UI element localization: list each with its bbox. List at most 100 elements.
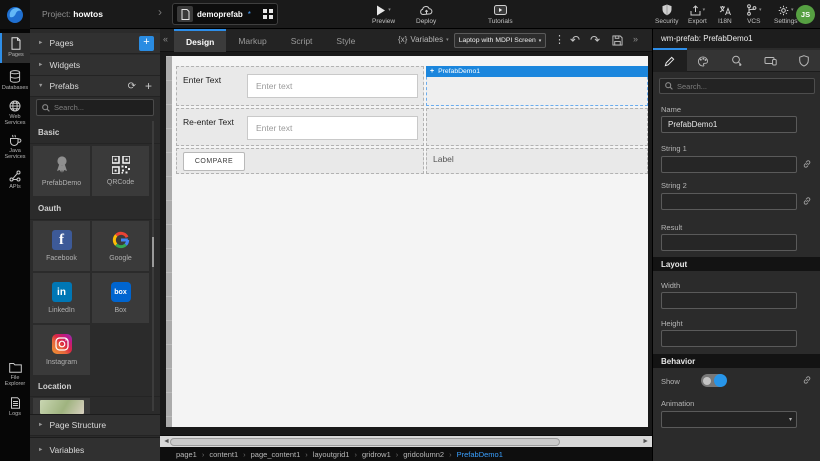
string1-input[interactable]: [661, 156, 797, 173]
string2-input[interactable]: [661, 193, 797, 210]
tutorials-button[interactable]: Tutorials: [488, 4, 513, 25]
import-prefab-icon[interactable]: +: [145, 79, 152, 93]
prefab-tile-qrcode[interactable]: QRCode: [92, 146, 149, 196]
bind-link-icon[interactable]: [802, 159, 812, 169]
prefab-tile-instagram[interactable]: Instagram: [33, 325, 90, 375]
prefab-tile-prefabdemo[interactable]: PrefabDemo: [33, 146, 90, 196]
prefab-tile-map[interactable]: [33, 398, 90, 414]
width-input[interactable]: [661, 292, 797, 309]
breadcrumb-prefabdemo1[interactable]: PrefabDemo1: [457, 450, 503, 459]
grid-row-1: Enter Text + PrefabDemo1: [176, 66, 648, 106]
add-page-button[interactable]: +: [139, 36, 154, 51]
tab-design[interactable]: Design: [174, 29, 226, 52]
breadcrumb-gridrow1[interactable]: gridrow1: [362, 450, 403, 459]
app-switcher[interactable]: demoprefab *: [172, 3, 278, 25]
rail-item-web-services[interactable]: Web Services: [0, 100, 30, 126]
tab-style[interactable]: Style: [324, 29, 367, 52]
accordion-prefabs[interactable]: ▼ Prefabs ⟳ +: [30, 76, 160, 97]
bind-link-icon[interactable]: [802, 375, 812, 385]
vcs-button[interactable]: ▾ VCS: [746, 4, 762, 25]
accordion-variables[interactable]: ► Variables: [30, 437, 160, 461]
settings-button[interactable]: ▾ Settings: [774, 4, 798, 25]
prefab-search-input[interactable]: [54, 103, 148, 112]
rail-item-java-services[interactable]: Java Services: [0, 134, 30, 160]
kebab-menu-icon[interactable]: ⋮: [554, 33, 565, 47]
breadcrumb-content1[interactable]: content1: [209, 450, 250, 459]
tab-styles[interactable]: [687, 50, 721, 72]
panel-scrollbar-thumb[interactable]: [152, 237, 154, 267]
section-layout[interactable]: Layout: [653, 257, 820, 271]
save-icon[interactable]: [612, 35, 623, 46]
user-avatar[interactable]: JS: [796, 5, 815, 24]
animation-select[interactable]: ▾: [661, 411, 797, 428]
prefab-widget-selected[interactable]: + PrefabDemo1: [426, 66, 648, 106]
redo-icon[interactable]: ↷: [590, 33, 600, 47]
reenter-text-input[interactable]: [247, 116, 418, 140]
collapse-panel-icon[interactable]: «: [163, 34, 168, 44]
prefab-tile-linkedin[interactable]: in LinkedIn: [33, 273, 90, 323]
result-input[interactable]: [661, 234, 797, 251]
rail-item-logs[interactable]: Logs: [0, 397, 30, 417]
prefab-tile-box[interactable]: box Box: [92, 273, 149, 323]
page-canvas[interactable]: Enter Text + PrefabDemo1 Re-enter Text: [166, 56, 648, 427]
prefab-search[interactable]: [36, 99, 154, 116]
panel-scrollbar[interactable]: [152, 121, 154, 411]
breadcrumb-layoutgrid1[interactable]: layoutgrid1: [313, 450, 362, 459]
grid-cell-enter-text[interactable]: Enter Text: [176, 66, 424, 106]
tab-script[interactable]: Script: [279, 29, 325, 52]
gear-icon: [778, 5, 789, 16]
horizontal-scrollbar[interactable]: ◄ ►: [160, 435, 652, 447]
field-label[interactable]: Enter Text: [183, 75, 221, 85]
label-widget[interactable]: Label: [433, 154, 454, 164]
enter-text-input[interactable]: [247, 74, 418, 98]
rail-item-apis[interactable]: APIs: [0, 170, 30, 190]
grid-cell-reenter-text[interactable]: Re-enter Text: [176, 108, 424, 146]
layout-grid[interactable]: Enter Text + PrefabDemo1 Re-enter Text: [176, 66, 648, 176]
wavemaker-logo[interactable]: [0, 0, 30, 29]
breadcrumb-page1[interactable]: page1: [176, 450, 209, 459]
preview-button[interactable]: ▾ Preview: [372, 4, 395, 25]
widget-selection-bar[interactable]: + PrefabDemo1: [426, 66, 648, 77]
expand-panel-icon[interactable]: »: [633, 34, 638, 44]
properties-search[interactable]: [659, 78, 815, 94]
grid-cell-label[interactable]: Label: [426, 148, 648, 174]
grid-cell-button[interactable]: COMPARE: [176, 148, 424, 174]
scrollbar-thumb[interactable]: [170, 438, 560, 446]
device-selector[interactable]: Laptop with MDPI Screen ▾: [454, 33, 546, 48]
tab-properties[interactable]: [653, 50, 687, 72]
tab-markup[interactable]: Markup: [226, 29, 278, 52]
breadcrumb-page-content1[interactable]: page_content1: [251, 450, 313, 459]
prefab-tile-facebook[interactable]: f Facebook: [33, 221, 90, 271]
accordion-widgets[interactable]: ► Widgets: [30, 55, 160, 76]
export-button[interactable]: ▾ Export: [688, 4, 707, 25]
rail-item-databases[interactable]: Databases: [0, 70, 30, 91]
height-input[interactable]: [661, 330, 797, 347]
show-toggle[interactable]: [701, 374, 726, 387]
bind-link-icon[interactable]: [802, 196, 812, 206]
rail-item-pages[interactable]: Pages: [0, 33, 30, 63]
refresh-icon[interactable]: ⟳: [128, 81, 136, 92]
undo-icon[interactable]: ↶: [570, 33, 580, 47]
grid-apps-icon[interactable]: [263, 9, 273, 19]
accordion-pages[interactable]: ► Pages +: [30, 33, 160, 54]
scroll-left-icon[interactable]: ◄: [163, 438, 170, 445]
breadcrumb-gridcolumn2[interactable]: gridcolumn2: [403, 450, 456, 459]
name-input[interactable]: [661, 116, 797, 133]
field-label[interactable]: Re-enter Text: [183, 117, 234, 127]
tab-devices[interactable]: [754, 50, 788, 72]
move-icon[interactable]: +: [430, 68, 434, 75]
compare-button[interactable]: COMPARE: [183, 152, 245, 171]
tab-security[interactable]: [787, 50, 820, 72]
grid-cell-empty[interactable]: [426, 108, 648, 146]
accordion-page-structure[interactable]: ► Page Structure: [30, 414, 160, 436]
prefab-tile-google[interactable]: Google: [92, 221, 149, 271]
properties-search-input[interactable]: [677, 82, 809, 91]
rail-item-file-explorer[interactable]: File Explorer: [0, 362, 30, 387]
scroll-right-icon[interactable]: ►: [642, 438, 649, 445]
section-behavior[interactable]: Behavior: [653, 354, 820, 368]
variables-button[interactable]: {x} Variables ▾: [398, 35, 449, 44]
tab-events[interactable]: [720, 50, 754, 72]
security-button[interactable]: Security: [655, 4, 678, 25]
deploy-button[interactable]: Deploy: [416, 4, 436, 25]
i18n-button[interactable]: I18N: [718, 4, 732, 25]
